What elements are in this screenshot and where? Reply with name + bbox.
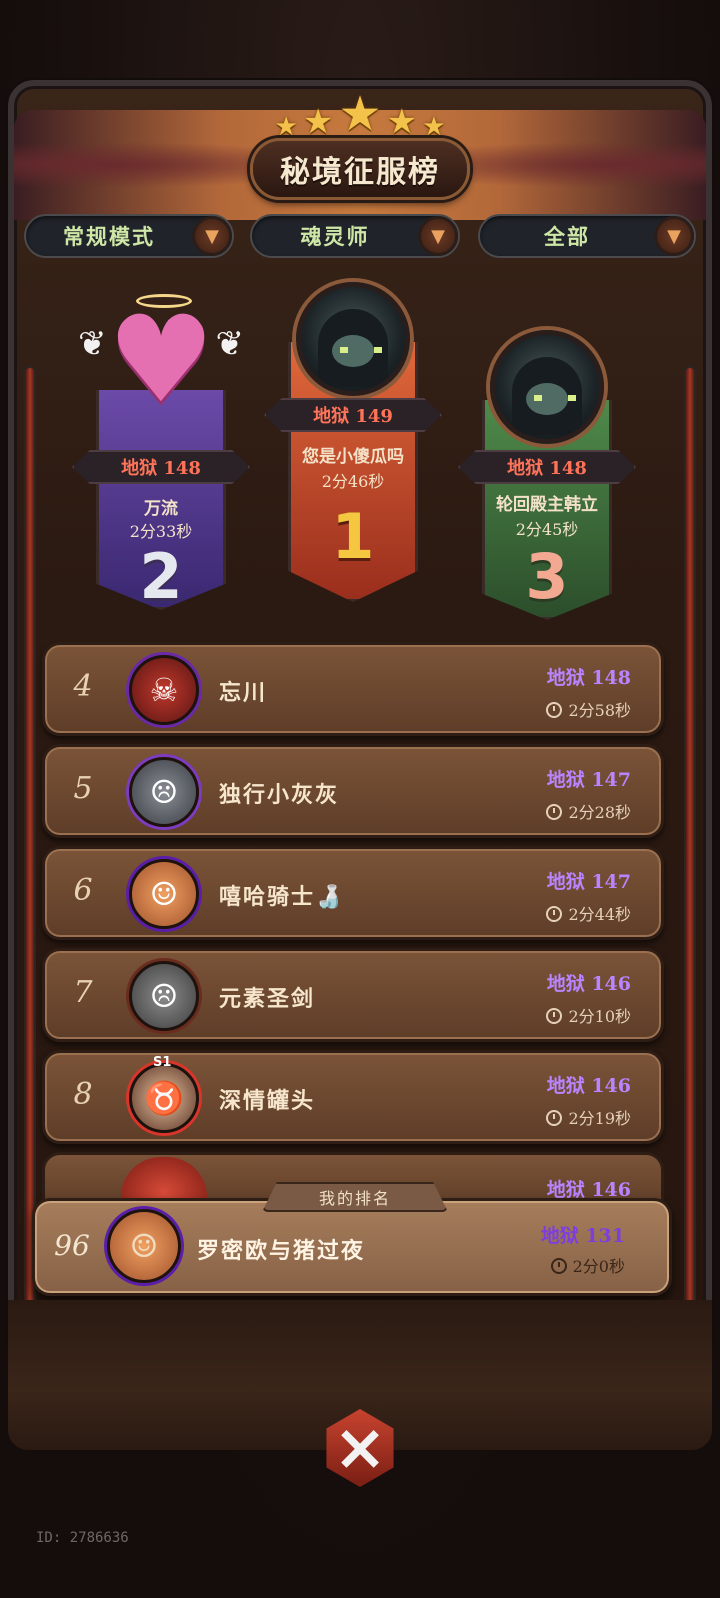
chevron-down-icon[interactable]: ▼ (654, 216, 694, 256)
wing-icon: ❦ (215, 324, 245, 364)
clear-time: 2分0秒 (572, 1257, 625, 1276)
avatar[interactable]: ♉ (129, 1063, 199, 1133)
my-rank-row[interactable]: 96 ☺ 罗密欧与猪过夜 地狱 131 2分0秒 (32, 1198, 672, 1296)
clear-time: 2分44秒 (568, 905, 631, 924)
ranking-row[interactable]: 6 ☺ 嘻哈骑士🍶 地狱 147 2分44秒 (42, 846, 664, 940)
player-name: 嘻哈骑士🍶 (219, 884, 345, 910)
heart-avatar-icon: ♥ (107, 291, 215, 430)
clear-time-wrap: 2分44秒 (546, 901, 631, 925)
rank-number: 3 (525, 540, 569, 613)
page-title: 秘境征服榜 (280, 155, 440, 190)
clock-icon (550, 1258, 567, 1274)
score-ribbon: 地狱 149 (264, 398, 442, 432)
avatar[interactable]: ☠ (129, 655, 199, 725)
clear-time-wrap: 2分58秒 (546, 697, 631, 721)
rank-number: 2 (139, 540, 183, 613)
class-filter-dropdown[interactable]: 魂灵师 ▼ (250, 214, 460, 258)
avatar[interactable]: ☺ (129, 859, 199, 929)
player-name: 元素圣剑 (219, 986, 316, 1012)
clear-time-wrap: 2分10秒 (546, 1003, 631, 1027)
rank-number: 4 (73, 669, 93, 704)
rank-number: 1 (331, 500, 375, 573)
floor-level: 地狱 146 (546, 1075, 631, 1097)
scope-filter-label: 全部 (544, 224, 590, 249)
stars-decoration: ★ ★ ★ ★ ★ (0, 86, 720, 146)
clock-icon (546, 1110, 563, 1126)
clear-time: 2分45秒 (515, 520, 579, 539)
halo-icon (136, 294, 192, 308)
mode-filter-label: 常规模式 (63, 224, 155, 249)
player-name: 轮回殿主韩立 (496, 495, 598, 515)
floor-level: 地狱 147 (546, 871, 631, 893)
avatar[interactable]: ☺ (107, 1209, 181, 1283)
rank-number: 96 (54, 1229, 90, 1262)
floor-level: 地狱 148 (546, 667, 631, 689)
ranking-row[interactable]: 4 ☠ 忘川 地狱 148 2分58秒 (42, 642, 664, 736)
chevron-down-icon[interactable]: ▼ (418, 216, 458, 256)
wing-icon: ❦ (78, 324, 107, 364)
clear-time-wrap: 2分28秒 (546, 799, 631, 823)
avatar[interactable]: ❦ ♥ ❦ (78, 291, 244, 430)
clock-icon (546, 804, 563, 820)
avatar[interactable] (490, 330, 604, 444)
floor-level: 地狱 131 (540, 1225, 625, 1247)
class-filter-label: 魂灵师 (300, 224, 370, 249)
avatar[interactable]: ☹ (129, 757, 199, 827)
clear-time: 2分19秒 (568, 1109, 631, 1128)
player-name: 您是小傻瓜吗 (302, 447, 404, 467)
rank-number: 5 (73, 771, 93, 806)
star-icon: ★ (386, 102, 418, 142)
player-name: 深情罐头 (219, 1088, 316, 1114)
score-ribbon: 地狱 148 (72, 450, 250, 484)
floor-level: 地狱 146 (546, 973, 631, 995)
player-name: 万流 (144, 499, 178, 519)
user-id: ID: 2786636 (36, 1530, 129, 1546)
star-icon: ★ (302, 102, 334, 142)
avatar[interactable]: ☹ (129, 961, 199, 1031)
frame-rail-right (684, 366, 696, 1346)
clear-time: 2分46秒 (321, 472, 385, 491)
close-button[interactable]: × (310, 1398, 410, 1498)
rank-number: 8 (73, 1077, 93, 1112)
player-name: 忘川 (219, 680, 268, 706)
rank-number: 7 (73, 975, 93, 1010)
ranking-row[interactable]: 5 ☹ 独行小灰灰 地狱 147 2分28秒 (42, 744, 664, 838)
clock-icon (546, 702, 563, 718)
floor-level: 地狱 147 (546, 769, 631, 791)
frame-rail-left (24, 366, 36, 1346)
rank-number: 6 (73, 873, 93, 908)
hooded-cat-avatar-icon (318, 309, 388, 387)
clear-time: 2分58秒 (568, 701, 631, 720)
score-ribbon: 地狱 148 (458, 450, 636, 484)
player-name: 罗密欧与猪过夜 (197, 1238, 366, 1264)
close-icon: × (326, 1409, 394, 1487)
clock-icon (546, 906, 563, 922)
clear-time: 2分33秒 (129, 522, 193, 541)
hooded-cat-avatar-icon (512, 357, 582, 435)
my-rank-tag: 我的排名 (262, 1182, 448, 1212)
clear-time: 2分10秒 (568, 1007, 631, 1026)
chevron-down-icon[interactable]: ▼ (192, 216, 232, 256)
star-icon: ★ (338, 86, 382, 142)
ranking-row[interactable]: 8 ♉ S1 深情罐头 地狱 146 2分19秒 (42, 1050, 664, 1144)
clock-icon (546, 1008, 563, 1024)
clear-time-wrap: 2分0秒 (550, 1253, 625, 1277)
season-badge: S1 (153, 1055, 172, 1070)
player-name: 独行小灰灰 (219, 782, 340, 808)
clear-time: 2分28秒 (568, 803, 631, 822)
ranking-row[interactable]: 7 ☹ 元素圣剑 地狱 146 2分10秒 (42, 948, 664, 1042)
mode-filter-dropdown[interactable]: 常规模式 ▼ (24, 214, 234, 258)
scope-filter-dropdown[interactable]: 全部 ▼ (478, 214, 696, 258)
avatar[interactable] (296, 282, 410, 396)
clear-time-wrap: 2分19秒 (546, 1105, 631, 1129)
title-plate: 秘境征服榜 (250, 138, 470, 200)
